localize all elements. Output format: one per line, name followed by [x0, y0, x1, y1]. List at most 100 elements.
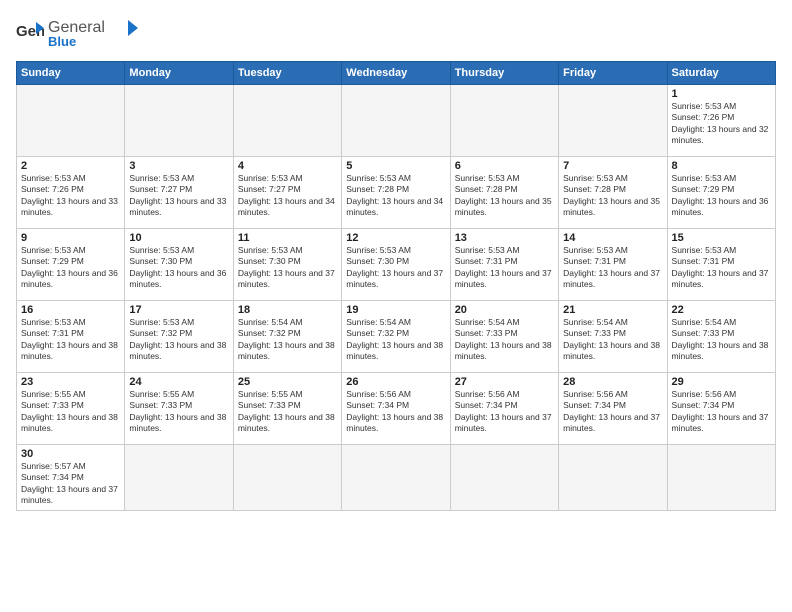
day-info: Sunrise: 5:53 AM Sunset: 7:31 PM Dayligh… [672, 245, 771, 291]
calendar-cell: 25Sunrise: 5:55 AM Sunset: 7:33 PM Dayli… [233, 372, 341, 444]
day-info: Sunrise: 5:53 AM Sunset: 7:26 PM Dayligh… [672, 101, 771, 147]
calendar-table: SundayMondayTuesdayWednesdayThursdayFrid… [16, 61, 776, 511]
calendar-cell: 18Sunrise: 5:54 AM Sunset: 7:32 PM Dayli… [233, 300, 341, 372]
day-number: 21 [563, 304, 662, 316]
day-info: Sunrise: 5:56 AM Sunset: 7:34 PM Dayligh… [455, 389, 554, 435]
calendar-week-row: 16Sunrise: 5:53 AM Sunset: 7:31 PM Dayli… [17, 300, 776, 372]
header: General General Blue [16, 12, 776, 53]
day-number: 13 [455, 232, 554, 244]
calendar-cell: 6Sunrise: 5:53 AM Sunset: 7:28 PM Daylig… [450, 156, 558, 228]
day-number: 20 [455, 304, 554, 316]
calendar-cell: 26Sunrise: 5:56 AM Sunset: 7:34 PM Dayli… [342, 372, 450, 444]
day-number: 2 [21, 160, 120, 172]
day-info: Sunrise: 5:54 AM Sunset: 7:33 PM Dayligh… [672, 317, 771, 363]
calendar-cell: 15Sunrise: 5:53 AM Sunset: 7:31 PM Dayli… [667, 228, 775, 300]
weekday-header-row: SundayMondayTuesdayWednesdayThursdayFrid… [17, 61, 776, 84]
day-info: Sunrise: 5:53 AM Sunset: 7:30 PM Dayligh… [129, 245, 228, 291]
calendar-week-row: 23Sunrise: 5:55 AM Sunset: 7:33 PM Dayli… [17, 372, 776, 444]
calendar-cell: 27Sunrise: 5:56 AM Sunset: 7:34 PM Dayli… [450, 372, 558, 444]
calendar-cell: 5Sunrise: 5:53 AM Sunset: 7:28 PM Daylig… [342, 156, 450, 228]
day-number: 24 [129, 376, 228, 388]
day-info: Sunrise: 5:54 AM Sunset: 7:33 PM Dayligh… [563, 317, 662, 363]
day-info: Sunrise: 5:53 AM Sunset: 7:30 PM Dayligh… [238, 245, 337, 291]
day-info: Sunrise: 5:56 AM Sunset: 7:34 PM Dayligh… [563, 389, 662, 435]
calendar-cell [125, 84, 233, 156]
logo-icon: General [16, 20, 44, 44]
day-info: Sunrise: 5:53 AM Sunset: 7:31 PM Dayligh… [455, 245, 554, 291]
day-info: Sunrise: 5:53 AM Sunset: 7:29 PM Dayligh… [672, 173, 771, 219]
day-info: Sunrise: 5:55 AM Sunset: 7:33 PM Dayligh… [238, 389, 337, 435]
calendar-cell [233, 444, 341, 510]
calendar-cell: 8Sunrise: 5:53 AM Sunset: 7:29 PM Daylig… [667, 156, 775, 228]
calendar-cell: 9Sunrise: 5:53 AM Sunset: 7:29 PM Daylig… [17, 228, 125, 300]
day-number: 15 [672, 232, 771, 244]
day-number: 22 [672, 304, 771, 316]
day-number: 11 [238, 232, 337, 244]
calendar-cell: 4Sunrise: 5:53 AM Sunset: 7:27 PM Daylig… [233, 156, 341, 228]
calendar-cell: 2Sunrise: 5:53 AM Sunset: 7:26 PM Daylig… [17, 156, 125, 228]
day-info: Sunrise: 5:53 AM Sunset: 7:27 PM Dayligh… [129, 173, 228, 219]
day-info: Sunrise: 5:55 AM Sunset: 7:33 PM Dayligh… [21, 389, 120, 435]
day-number: 28 [563, 376, 662, 388]
day-number: 4 [238, 160, 337, 172]
day-number: 19 [346, 304, 445, 316]
calendar-cell [342, 84, 450, 156]
day-info: Sunrise: 5:54 AM Sunset: 7:32 PM Dayligh… [346, 317, 445, 363]
calendar-page: General General Blue SundayMondayTuesda [0, 0, 792, 612]
calendar-cell: 16Sunrise: 5:53 AM Sunset: 7:31 PM Dayli… [17, 300, 125, 372]
calendar-cell: 29Sunrise: 5:56 AM Sunset: 7:34 PM Dayli… [667, 372, 775, 444]
day-number: 16 [21, 304, 120, 316]
day-number: 5 [346, 160, 445, 172]
calendar-cell [450, 84, 558, 156]
day-number: 30 [21, 448, 120, 460]
day-info: Sunrise: 5:53 AM Sunset: 7:32 PM Dayligh… [129, 317, 228, 363]
calendar-cell: 10Sunrise: 5:53 AM Sunset: 7:30 PM Dayli… [125, 228, 233, 300]
day-info: Sunrise: 5:53 AM Sunset: 7:29 PM Dayligh… [21, 245, 120, 291]
weekday-header-sunday: Sunday [17, 61, 125, 84]
calendar-cell: 21Sunrise: 5:54 AM Sunset: 7:33 PM Dayli… [559, 300, 667, 372]
calendar-cell: 11Sunrise: 5:53 AM Sunset: 7:30 PM Dayli… [233, 228, 341, 300]
day-info: Sunrise: 5:57 AM Sunset: 7:34 PM Dayligh… [21, 461, 120, 507]
day-number: 18 [238, 304, 337, 316]
day-number: 8 [672, 160, 771, 172]
calendar-week-row: 1Sunrise: 5:53 AM Sunset: 7:26 PM Daylig… [17, 84, 776, 156]
day-info: Sunrise: 5:53 AM Sunset: 7:31 PM Dayligh… [563, 245, 662, 291]
weekday-header-friday: Friday [559, 61, 667, 84]
day-number: 3 [129, 160, 228, 172]
calendar-cell: 17Sunrise: 5:53 AM Sunset: 7:32 PM Dayli… [125, 300, 233, 372]
day-number: 27 [455, 376, 554, 388]
day-number: 26 [346, 376, 445, 388]
weekday-header-wednesday: Wednesday [342, 61, 450, 84]
weekday-header-thursday: Thursday [450, 61, 558, 84]
calendar-cell: 19Sunrise: 5:54 AM Sunset: 7:32 PM Dayli… [342, 300, 450, 372]
calendar-week-row: 9Sunrise: 5:53 AM Sunset: 7:29 PM Daylig… [17, 228, 776, 300]
svg-text:Blue: Blue [48, 34, 76, 48]
day-number: 25 [238, 376, 337, 388]
day-number: 1 [672, 88, 771, 100]
calendar-cell [233, 84, 341, 156]
weekday-header-monday: Monday [125, 61, 233, 84]
day-info: Sunrise: 5:53 AM Sunset: 7:28 PM Dayligh… [346, 173, 445, 219]
day-info: Sunrise: 5:54 AM Sunset: 7:32 PM Dayligh… [238, 317, 337, 363]
calendar-cell: 1Sunrise: 5:53 AM Sunset: 7:26 PM Daylig… [667, 84, 775, 156]
day-info: Sunrise: 5:53 AM Sunset: 7:27 PM Dayligh… [238, 173, 337, 219]
day-number: 17 [129, 304, 228, 316]
weekday-header-tuesday: Tuesday [233, 61, 341, 84]
day-info: Sunrise: 5:53 AM Sunset: 7:31 PM Dayligh… [21, 317, 120, 363]
logo: General General Blue [16, 12, 138, 53]
day-number: 7 [563, 160, 662, 172]
calendar-cell [125, 444, 233, 510]
calendar-cell: 13Sunrise: 5:53 AM Sunset: 7:31 PM Dayli… [450, 228, 558, 300]
day-number: 9 [21, 232, 120, 244]
calendar-cell [559, 84, 667, 156]
calendar-cell: 28Sunrise: 5:56 AM Sunset: 7:34 PM Dayli… [559, 372, 667, 444]
calendar-cell: 24Sunrise: 5:55 AM Sunset: 7:33 PM Dayli… [125, 372, 233, 444]
day-number: 29 [672, 376, 771, 388]
day-info: Sunrise: 5:53 AM Sunset: 7:26 PM Dayligh… [21, 173, 120, 219]
calendar-cell: 12Sunrise: 5:53 AM Sunset: 7:30 PM Dayli… [342, 228, 450, 300]
calendar-week-row: 2Sunrise: 5:53 AM Sunset: 7:26 PM Daylig… [17, 156, 776, 228]
calendar-cell: 23Sunrise: 5:55 AM Sunset: 7:33 PM Dayli… [17, 372, 125, 444]
calendar-cell [450, 444, 558, 510]
day-number: 14 [563, 232, 662, 244]
calendar-cell [667, 444, 775, 510]
